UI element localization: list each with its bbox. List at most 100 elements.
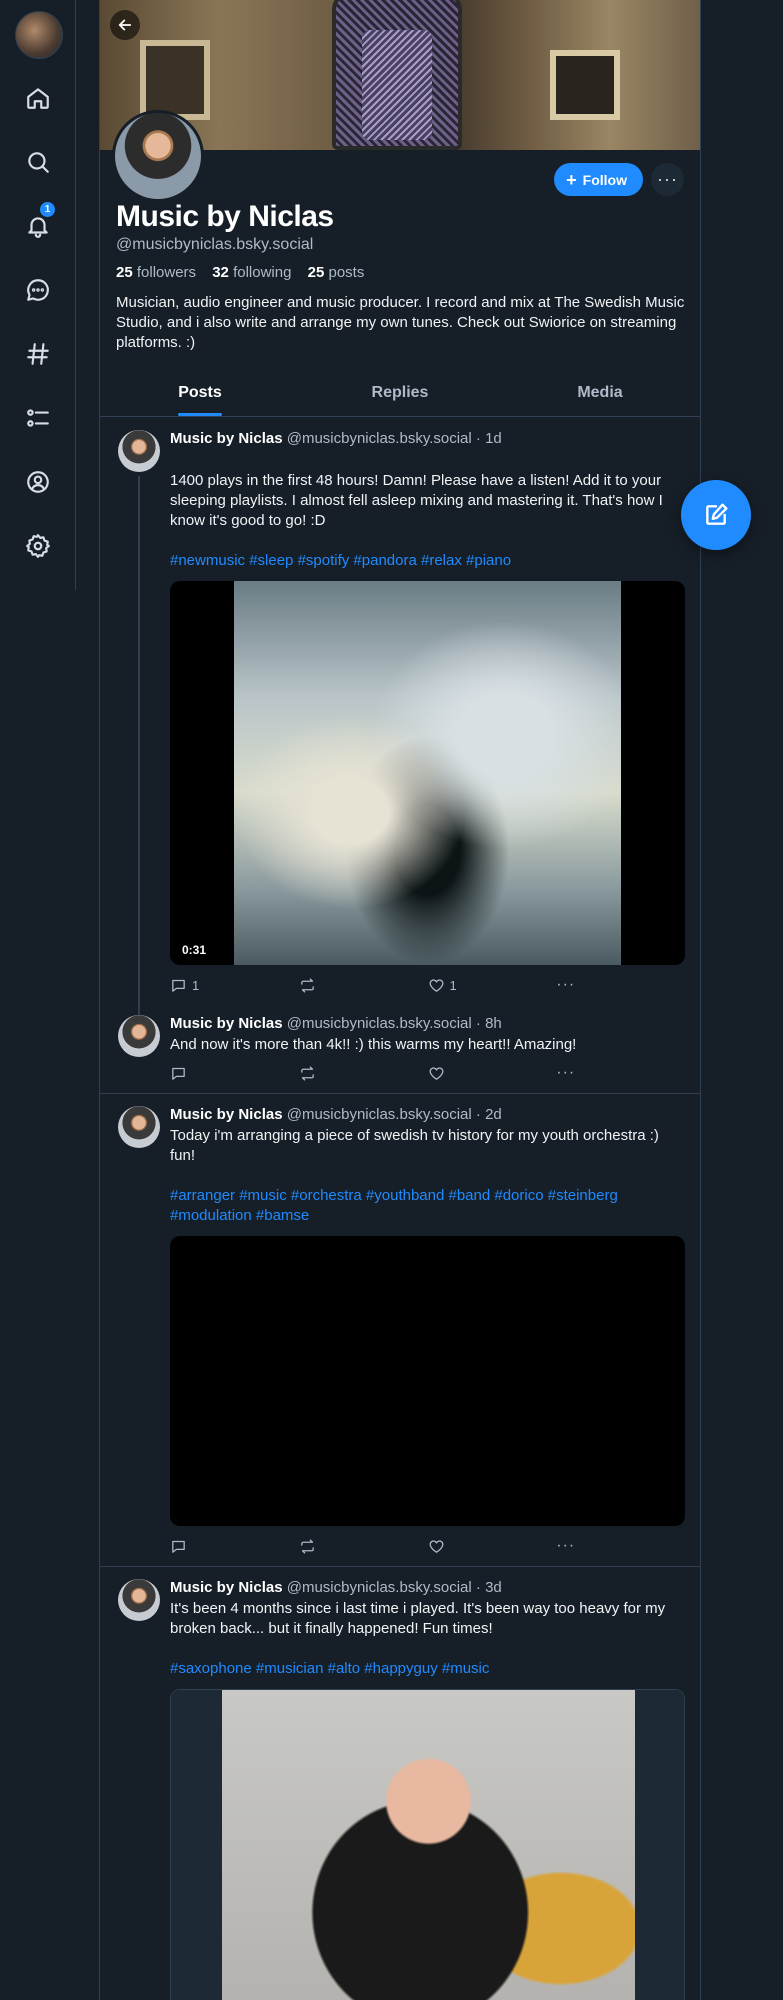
follow-label: Follow [582,171,627,188]
profile-stats: 25 followers 32 following 25 posts [116,264,686,281]
heart-icon [429,1066,443,1080]
list-icon[interactable] [18,398,58,438]
heart-icon [429,978,443,992]
banner-frame-right [550,50,620,120]
banner-frame-left [140,40,210,120]
profile-icon[interactable] [18,462,58,502]
post-author[interactable]: Music by Niclas [170,1579,283,1596]
post-time[interactable]: · 2d [476,1106,502,1123]
repost-icon [300,1065,314,1081]
follow-button[interactable]: + Follow [554,163,643,196]
tab-posts[interactable]: Posts [100,370,300,416]
post-handle[interactable]: @musicbyniclas.bsky.social [287,1106,472,1123]
post[interactable]: Music by Niclas @musicbyniclas.bsky.soci… [100,1567,700,2000]
notifications-badge: 1 [40,202,55,217]
heart-icon [429,1539,443,1553]
post-actions: ··· [170,1063,685,1083]
repost-button[interactable] [299,977,428,994]
post-text: And now it's more than 4k!! :) this warm… [170,1036,577,1053]
post-hashtags[interactable]: #saxophone #musician #alto #happyguy #mu… [170,1659,684,1679]
plus-icon: + [566,169,577,190]
reply-button[interactable] [170,1538,299,1555]
repost-button[interactable] [299,1065,428,1082]
display-name: Music by Niclas [116,200,334,233]
post-text: 1400 plays in the first 48 hours! Damn! … [170,472,663,529]
search-icon[interactable] [18,142,58,182]
compose-button[interactable] [681,480,751,550]
back-button[interactable] [110,10,140,40]
reply-button[interactable]: 1 [170,977,299,994]
followers-stat[interactable]: 25 followers [116,264,202,281]
post-handle[interactable]: @musicbyniclas.bsky.social [287,1015,472,1032]
profile-more-button[interactable]: ··· [651,163,684,196]
post-header: Music by Niclas @musicbyniclas.bsky.soci… [170,1579,684,1596]
saxophone-photo [222,1690,635,2000]
post-hashtags[interactable]: #arranger #music #orchestra #youthband #… [170,1186,684,1226]
gear-icon[interactable] [18,526,58,566]
post-author[interactable]: Music by Niclas [170,1015,283,1032]
post-text: It's been 4 months since i last time i p… [170,1600,666,1637]
home-icon[interactable] [18,78,58,118]
like-button[interactable] [428,1065,557,1082]
hashtag-icon[interactable] [18,334,58,374]
banner-microphone-grill [362,30,432,140]
reply-icon [172,1067,185,1080]
post[interactable]: Music by Niclas @musicbyniclas.bsky.soci… [100,418,700,1046]
post-header: Music by Niclas @musicbyniclas.bsky.soci… [170,1106,684,1123]
arrow-left-icon [118,19,132,31]
post-more-button[interactable]: ··· [556,1064,685,1082]
post-time[interactable]: · 3d [476,1579,502,1596]
profile-column: + Follow ··· Music by Niclas @musicbynic… [99,0,701,2000]
video-thumbnail [234,581,621,965]
post-time[interactable]: · 1d [476,430,502,447]
video-player[interactable] [170,1236,685,1526]
posts-feed: Music by Niclas @musicbyniclas.bsky.soci… [100,418,700,2000]
posts-stat: 25 posts [307,264,365,281]
post-actions: 1 1 ··· [170,975,685,995]
thread-line [138,476,140,1046]
post-avatar[interactable] [118,1015,160,1057]
following-stat[interactable]: 32 following [212,264,297,281]
post-avatar[interactable] [118,1579,160,1621]
tab-media[interactable]: Media [500,370,700,416]
chat-icon[interactable] [18,270,58,310]
post[interactable]: Music by Niclas @musicbyniclas.bsky.soci… [100,1094,700,1567]
reply-icon [172,979,185,992]
compose-icon [706,503,728,525]
like-button[interactable]: 1 [428,977,557,994]
post-handle[interactable]: @musicbyniclas.bsky.social [287,1579,472,1596]
post-header: Music by Niclas @musicbyniclas.bsky.soci… [170,1015,684,1032]
profile-actions: + Follow ··· [554,163,684,196]
left-nav: 1 [0,0,76,590]
post-actions: ··· [170,1536,685,1556]
post-avatar[interactable] [118,1106,160,1148]
repost-button[interactable] [299,1538,428,1555]
reply-button[interactable] [170,1065,299,1082]
post-handle[interactable]: @musicbyniclas.bsky.social [287,430,472,447]
bell-icon[interactable]: 1 [18,202,58,246]
post-image[interactable] [170,1689,685,2000]
post-time[interactable]: · 8h [476,1015,502,1032]
video-duration: 0:31 [176,941,213,959]
profile-tabs: Posts Replies Media [100,370,700,417]
repost-icon [300,977,314,993]
post-text: Today i'm arranging a piece of swedish t… [170,1127,659,1164]
repost-icon [300,1538,314,1554]
profile-bio: Musician, audio engineer and music produ… [116,294,685,351]
post-author[interactable]: Music by Niclas [170,1106,283,1123]
post-hashtags[interactable]: #newmusic #sleep #spotify #pandora #rela… [170,551,684,571]
reply-icon [172,1540,185,1553]
profile-avatar[interactable] [112,110,204,202]
post-more-button[interactable]: ··· [556,976,685,994]
my-avatar[interactable] [15,11,63,59]
post-more-button[interactable]: ··· [556,1537,685,1555]
profile-info: Music by Niclas @musicbyniclas.bsky.soci… [116,200,686,353]
post[interactable]: Music by Niclas @musicbyniclas.bsky.soci… [100,1005,700,1094]
post-header: Music by Niclas @musicbyniclas.bsky.soci… [170,430,684,447]
tab-replies[interactable]: Replies [300,370,500,416]
video-player[interactable]: 0:31 [170,581,685,965]
post-author[interactable]: Music by Niclas [170,430,283,447]
post-avatar[interactable] [118,430,160,472]
like-button[interactable] [428,1538,557,1555]
profile-handle: @musicbyniclas.bsky.social [116,236,314,253]
